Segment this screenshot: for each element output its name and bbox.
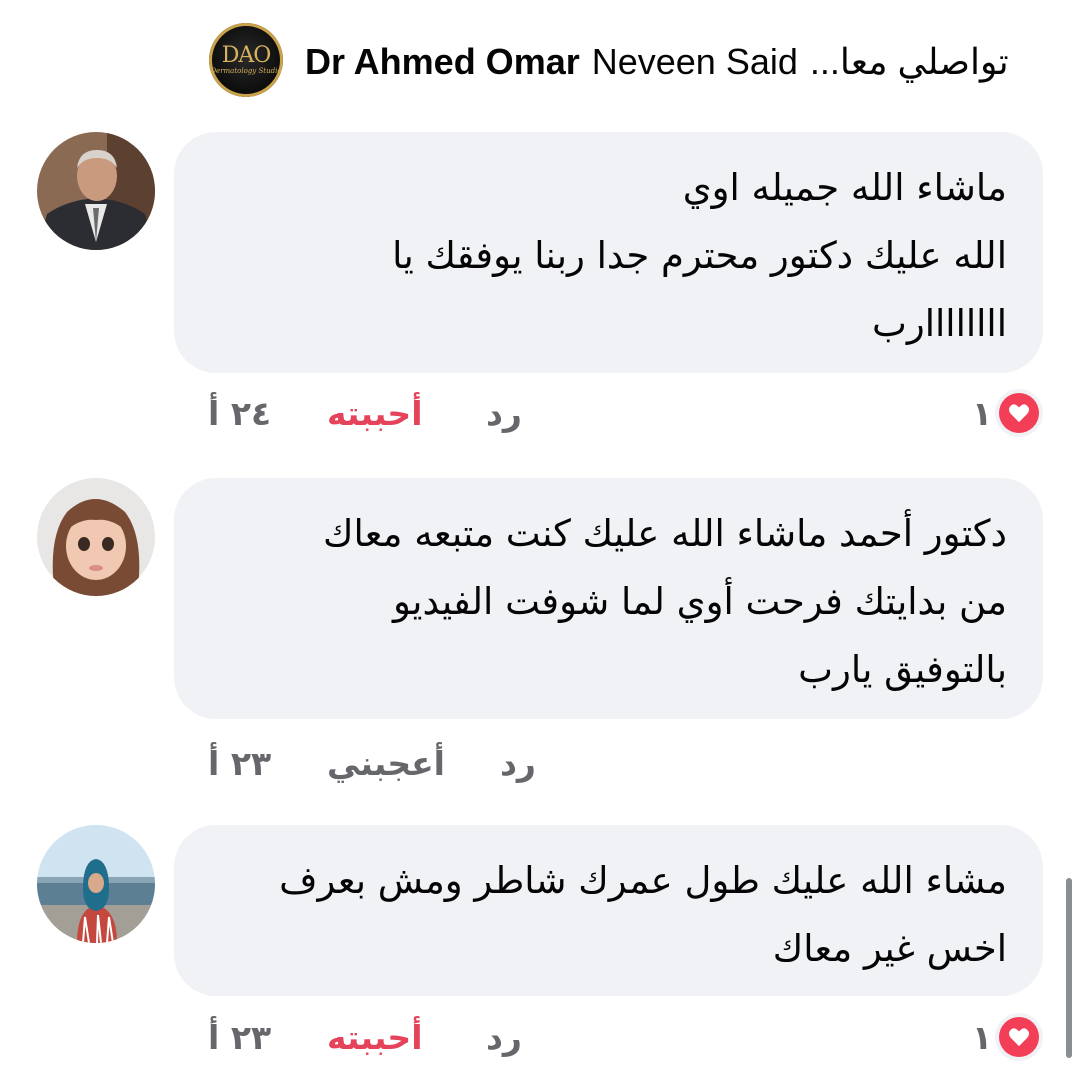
comment-actions: ٢٤ أ أحببته رد ١ (0, 389, 1079, 439)
logo-subtext: Dermatology Studio (210, 67, 282, 75)
like-button[interactable]: أحببته (327, 1013, 423, 1063)
reply-context: Dr Ahmed Omar Neveen Said تواصلي معا... (305, 36, 1033, 88)
comment-text-line: الله عليك دكتور محترم جدا ربنا يوفقك يا (392, 234, 1007, 277)
reaction-count[interactable]: ١ (972, 1013, 992, 1063)
comment-actions: ٢٣ أ أعجبني رد (0, 739, 1079, 789)
comment-timestamp: ٢٣ أ (208, 744, 272, 783)
reaction-count[interactable]: ١ (972, 389, 992, 439)
comment-text-line: من بدايتك فرحت أوي لما شوفت الفيديو (393, 580, 1007, 623)
page-logo-avatar[interactable]: DAO Dermatology Studio (209, 23, 283, 97)
reaction-badge[interactable] (995, 389, 1043, 437)
heart-icon (999, 1017, 1039, 1057)
comment-text-line: مشاء الله عليك طول عمرك شاطر ومش بعرف (279, 859, 1007, 902)
reply-button[interactable]: رد (486, 389, 522, 439)
woman-hijab-photo (37, 825, 155, 943)
commenter-name[interactable]: Neveen Said (592, 41, 798, 83)
comment-timestamp: ٢٤ أ (208, 394, 272, 433)
avatar[interactable] (37, 478, 155, 596)
comment-text-line: بالتوفيق يارب (798, 648, 1007, 691)
little-girl-photo (37, 478, 155, 596)
scrollbar-thumb[interactable] (1066, 878, 1072, 1058)
avatar[interactable] (37, 825, 155, 943)
avatar[interactable] (37, 132, 155, 250)
comment-bubble[interactable]: ماشاء الله جميله اوي الله عليك دكتور محت… (174, 132, 1043, 373)
comment-text-line: اااااااارب (872, 302, 1007, 345)
comment-timestamp: ٢٣ أ (208, 1018, 272, 1057)
heart-icon (999, 393, 1039, 433)
comment-text-line: ماشاء الله جميله اوي (682, 166, 1007, 209)
comment-text-line: اخس غير معاك (772, 927, 1007, 970)
reply-button[interactable]: رد (486, 1013, 522, 1063)
comment-bubble[interactable]: مشاء الله عليك طول عمرك شاطر ومش بعرف اخ… (174, 825, 1043, 996)
reaction-badge[interactable] (995, 1013, 1043, 1061)
like-button[interactable]: أعجبني (327, 739, 445, 789)
comment-bubble[interactable]: دكتور أحمد ماشاء الله عليك كنت متبعه معا… (174, 478, 1043, 719)
comment-text-line: دكتور أحمد ماشاء الله عليك كنت متبعه معا… (323, 512, 1007, 555)
comment-actions: ٢٣ أ أحببته رد ١ (0, 1013, 1079, 1063)
post-header: DAO Dermatology Studio Dr Ahmed Omar Nev… (0, 0, 1079, 115)
elderly-man-photo (37, 132, 155, 250)
like-button[interactable]: أحببته (327, 389, 423, 439)
comment-snippet: تواصلي معا... (809, 41, 1009, 82)
logo-mark: DAO (221, 43, 272, 68)
page-name[interactable]: Dr Ahmed Omar (305, 41, 580, 83)
reply-button[interactable]: رد (500, 739, 536, 789)
